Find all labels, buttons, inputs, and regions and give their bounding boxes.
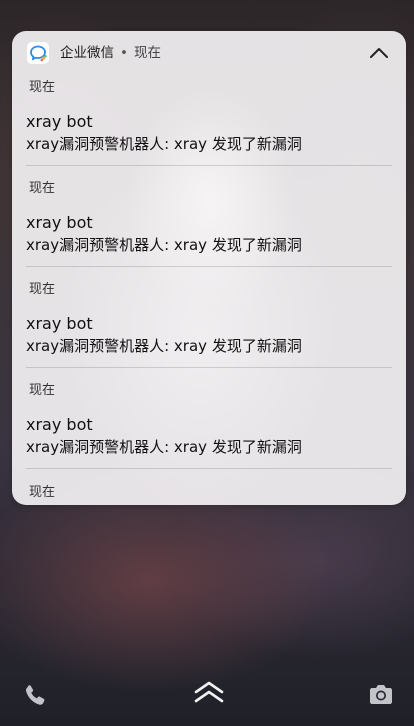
camera-icon[interactable] (367, 682, 395, 708)
notification-group-header[interactable]: 企业微信 • 现在 (12, 31, 406, 75)
notification-body: xray漏洞预警机器人: xray 发现了新漏洞 (26, 236, 302, 254)
notification-item[interactable]: 现在 xray bot xray漏洞预警机器人: xray 发现了新漏洞 (12, 181, 406, 281)
collapse-button[interactable] (366, 41, 392, 65)
app-name: 企业微信 (60, 45, 114, 61)
notification-item[interactable]: 现在 xray bot xray漏洞预警机器人: xray 发现了新漏洞 (12, 80, 406, 180)
app-name-line: 企业微信 • 现在 (60, 43, 161, 63)
notification-time: 现在 (29, 485, 56, 500)
notification-body: xray漏洞预警机器人: xray 发现了新漏洞 (26, 337, 302, 355)
notification-time: 现在 (29, 181, 56, 196)
notification-time: 现在 (29, 383, 56, 398)
notification-title: xray bot (26, 314, 93, 333)
chevron-up-icon (369, 44, 389, 63)
notification-body: xray漏洞预警机器人: xray 发现了新漏洞 (26, 438, 302, 456)
notification-item[interactable]: 现在 xray bot xray漏洞预警机器人: xray 发现了新漏洞 (12, 383, 406, 483)
wecom-chat-icon (27, 42, 49, 64)
phone-icon[interactable] (22, 682, 48, 708)
notification-title: xray bot (26, 112, 93, 131)
notification-title: xray bot (26, 415, 93, 434)
divider (26, 165, 392, 166)
notification-time: 现在 (29, 80, 56, 95)
header-separator: • (120, 45, 128, 61)
notification-item[interactable]: 现在 (12, 485, 406, 505)
divider (26, 468, 392, 469)
lockscreen-bottom-bar (0, 660, 414, 726)
divider (26, 367, 392, 368)
notification-title: xray bot (26, 213, 93, 232)
header-time: 现在 (133, 45, 161, 61)
notification-time: 现在 (29, 282, 56, 297)
notification-item[interactable]: 现在 xray bot xray漏洞预警机器人: xray 发现了新漏洞 (12, 282, 406, 382)
divider (26, 266, 392, 267)
notification-body: xray漏洞预警机器人: xray 发现了新漏洞 (26, 135, 302, 153)
double-chevron-up-icon[interactable] (192, 678, 226, 706)
notification-group[interactable]: 企业微信 • 现在 现在 xray bot xray漏洞预警机器人: xray 发现… (12, 31, 406, 505)
